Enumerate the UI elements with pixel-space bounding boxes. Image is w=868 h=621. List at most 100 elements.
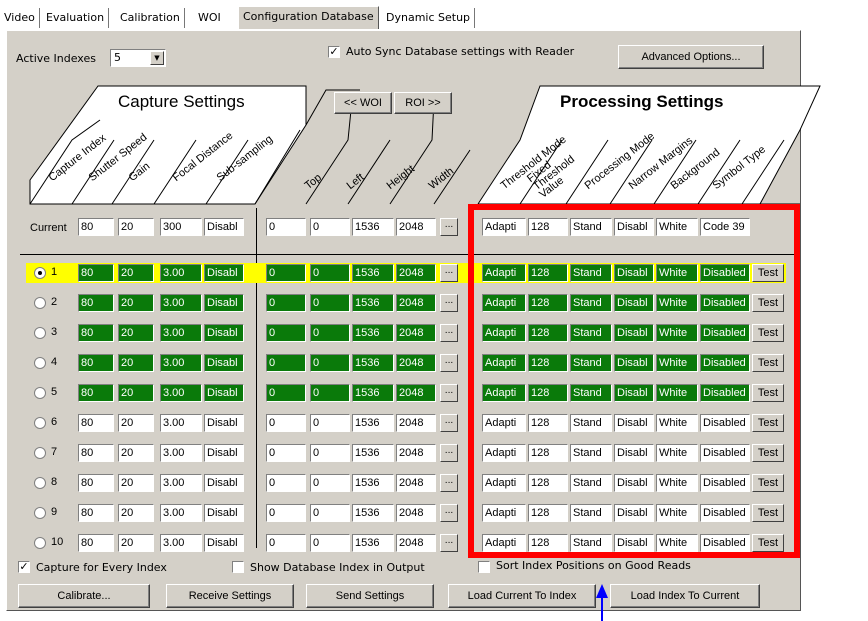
- processing-field[interactable]: Stand: [570, 324, 612, 342]
- roi-button[interactable]: ROI >>: [394, 92, 452, 114]
- capture-field[interactable]: 3.00: [160, 534, 202, 552]
- sort-index-checkbox[interactable]: [478, 561, 490, 573]
- capture-field[interactable]: 3.00: [160, 504, 202, 522]
- capture-field[interactable]: 80: [78, 444, 114, 462]
- roi-field[interactable]: 2048: [396, 534, 436, 552]
- roi-field[interactable]: 1536: [352, 264, 394, 282]
- processing-field[interactable]: Disabl: [614, 504, 654, 522]
- current-processing-field[interactable]: Code 39: [700, 218, 750, 236]
- processing-field[interactable]: Adapti: [482, 504, 526, 522]
- processing-field[interactable]: Stand: [570, 534, 612, 552]
- roi-field[interactable]: 1536: [352, 384, 394, 402]
- capture-field[interactable]: 20: [118, 444, 154, 462]
- current-processing-field[interactable]: Disabl: [614, 218, 654, 236]
- processing-field[interactable]: Disabl: [614, 534, 654, 552]
- roi-field[interactable]: 2048: [396, 444, 436, 462]
- roi-field[interactable]: 0: [310, 354, 350, 372]
- capture-field[interactable]: 20: [118, 354, 154, 372]
- capture-field[interactable]: Disabl: [204, 354, 244, 372]
- processing-field[interactable]: White: [656, 384, 698, 402]
- test-button[interactable]: Test: [752, 324, 784, 342]
- current-capture-field[interactable]: 80: [78, 218, 114, 236]
- processing-field[interactable]: 128: [528, 264, 568, 282]
- roi-field[interactable]: 0: [266, 354, 306, 372]
- processing-field[interactable]: 128: [528, 354, 568, 372]
- processing-field[interactable]: Stand: [570, 504, 612, 522]
- processing-field[interactable]: Disabled: [700, 444, 750, 462]
- index-radio[interactable]: [34, 447, 46, 459]
- capture-field[interactable]: 80: [78, 354, 114, 372]
- roi-more-button[interactable]: ...: [440, 384, 458, 402]
- load-current-to-index-button[interactable]: Load Current To Index: [448, 584, 596, 608]
- index-radio[interactable]: [34, 267, 46, 279]
- capture-field[interactable]: Disabl: [204, 264, 244, 282]
- processing-field[interactable]: 128: [528, 384, 568, 402]
- capture-field[interactable]: 20: [118, 324, 154, 342]
- processing-field[interactable]: Disabled: [700, 294, 750, 312]
- show-db-index-checkbox[interactable]: [232, 561, 244, 573]
- test-button[interactable]: Test: [752, 354, 784, 372]
- processing-field[interactable]: Stand: [570, 474, 612, 492]
- processing-field[interactable]: Disabl: [614, 414, 654, 432]
- capture-field[interactable]: 20: [118, 534, 154, 552]
- capture-field[interactable]: 20: [118, 294, 154, 312]
- roi-more-button[interactable]: ...: [440, 534, 458, 552]
- processing-field[interactable]: 128: [528, 444, 568, 462]
- processing-field[interactable]: White: [656, 414, 698, 432]
- processing-field[interactable]: Disabl: [614, 354, 654, 372]
- current-capture-field[interactable]: Disabl: [204, 218, 244, 236]
- roi-more-button[interactable]: ...: [440, 324, 458, 342]
- index-radio[interactable]: [34, 357, 46, 369]
- index-radio[interactable]: [34, 417, 46, 429]
- processing-field[interactable]: Adapti: [482, 264, 526, 282]
- test-button[interactable]: Test: [752, 414, 784, 432]
- current-processing-field[interactable]: Adapti: [482, 218, 526, 236]
- processing-field[interactable]: White: [656, 354, 698, 372]
- processing-field[interactable]: Disabled: [700, 384, 750, 402]
- processing-field[interactable]: Adapti: [482, 414, 526, 432]
- roi-field[interactable]: 0: [266, 414, 306, 432]
- roi-field[interactable]: 0: [266, 504, 306, 522]
- processing-field[interactable]: Adapti: [482, 384, 526, 402]
- processing-field[interactable]: Disabled: [700, 414, 750, 432]
- test-button[interactable]: Test: [752, 294, 784, 312]
- capture-field[interactable]: 3.00: [160, 324, 202, 342]
- roi-more-button[interactable]: ...: [440, 264, 458, 282]
- roi-more-button[interactable]: ...: [440, 444, 458, 462]
- capture-field[interactable]: 3.00: [160, 264, 202, 282]
- processing-field[interactable]: Adapti: [482, 354, 526, 372]
- current-capture-field[interactable]: 20: [118, 218, 154, 236]
- roi-field[interactable]: 0: [310, 504, 350, 522]
- capture-field[interactable]: 80: [78, 294, 114, 312]
- processing-field[interactable]: White: [656, 534, 698, 552]
- roi-field[interactable]: 1536: [352, 474, 394, 492]
- load-index-to-current-button[interactable]: Load Index To Current: [610, 584, 760, 608]
- roi-field[interactable]: 0: [310, 534, 350, 552]
- capture-field[interactable]: 20: [118, 384, 154, 402]
- processing-field[interactable]: White: [656, 264, 698, 282]
- test-button[interactable]: Test: [752, 504, 784, 522]
- capture-field[interactable]: 80: [78, 384, 114, 402]
- test-button[interactable]: Test: [752, 534, 784, 552]
- capture-field[interactable]: Disabl: [204, 414, 244, 432]
- processing-field[interactable]: White: [656, 504, 698, 522]
- test-button[interactable]: Test: [752, 444, 784, 462]
- processing-field[interactable]: Disabled: [700, 324, 750, 342]
- index-radio[interactable]: [34, 327, 46, 339]
- capture-field[interactable]: 80: [78, 414, 114, 432]
- roi-field[interactable]: 0: [266, 294, 306, 312]
- processing-field[interactable]: Adapti: [482, 534, 526, 552]
- roi-field[interactable]: 0: [266, 444, 306, 462]
- current-roi-field[interactable]: 2048: [396, 218, 436, 236]
- capture-field[interactable]: Disabl: [204, 444, 244, 462]
- processing-field[interactable]: Stand: [570, 264, 612, 282]
- current-capture-field[interactable]: 300: [160, 218, 202, 236]
- send-settings-button[interactable]: Send Settings: [306, 584, 434, 608]
- capture-field[interactable]: 3.00: [160, 414, 202, 432]
- processing-field[interactable]: Adapti: [482, 324, 526, 342]
- capture-field[interactable]: Disabl: [204, 504, 244, 522]
- roi-field[interactable]: 2048: [396, 294, 436, 312]
- roi-more-button[interactable]: ...: [440, 294, 458, 312]
- processing-field[interactable]: White: [656, 324, 698, 342]
- roi-field[interactable]: 0: [266, 474, 306, 492]
